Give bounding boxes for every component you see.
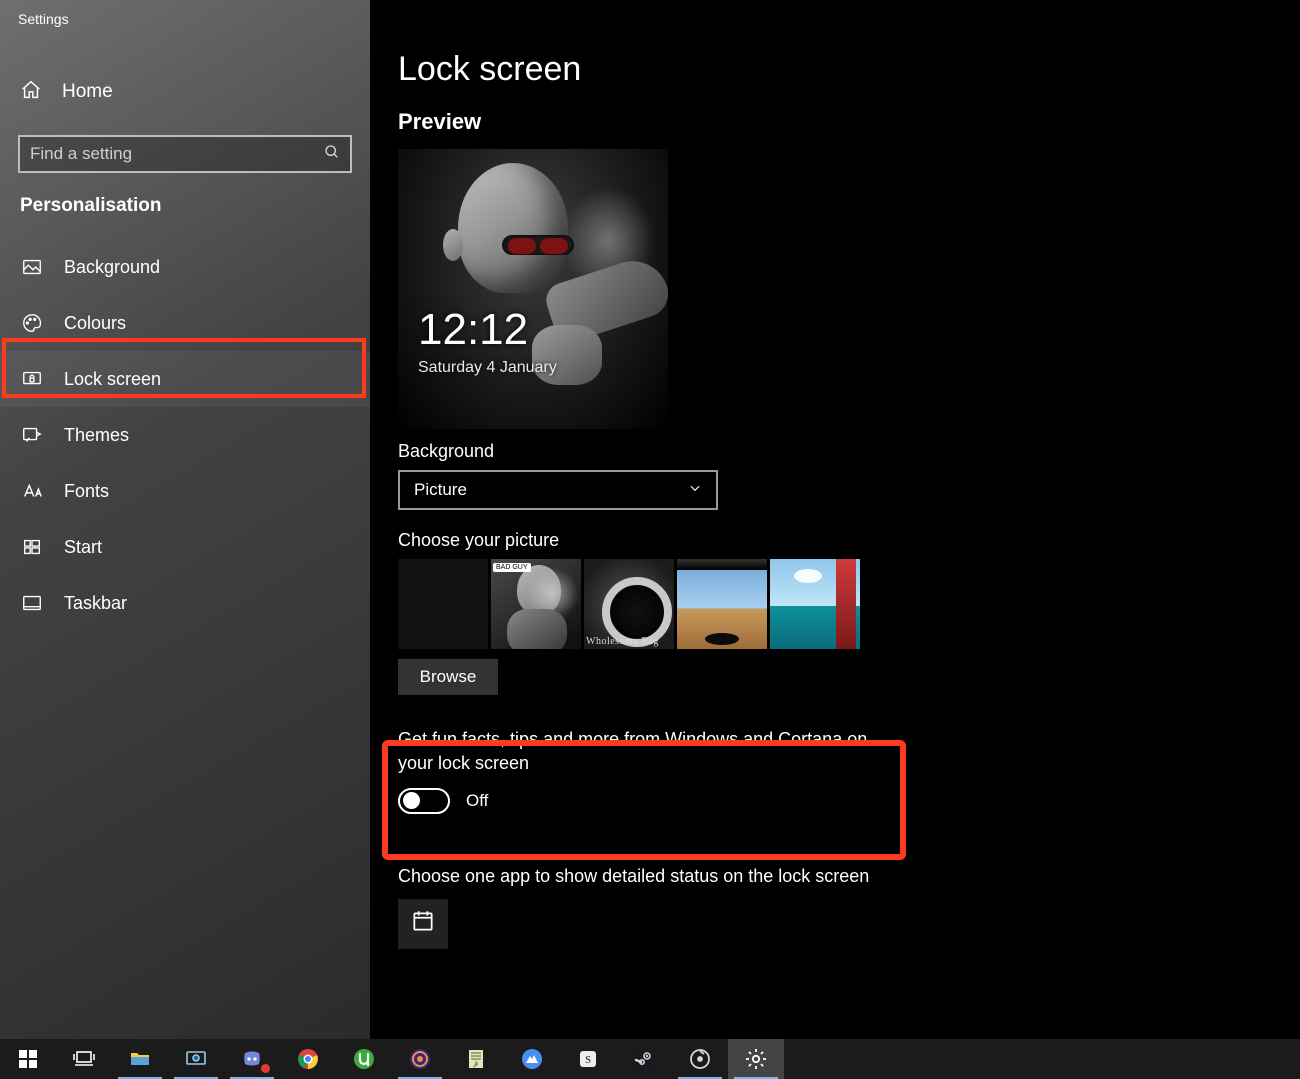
- home-icon: [20, 79, 42, 106]
- sidebar: Settings Home Personalisation Background…: [0, 0, 370, 1039]
- sidebar-item-label: Lock screen: [64, 369, 161, 390]
- sidebar-item-label: Fonts: [64, 481, 109, 502]
- fun-facts-label: Get fun facts, tips and more from Window…: [398, 727, 898, 776]
- page-title: Lock screen: [398, 50, 1300, 89]
- background-select-value: Picture: [414, 480, 467, 500]
- taskbar-voicemeeter[interactable]: [392, 1039, 448, 1079]
- chevron-down-icon: [688, 480, 702, 500]
- picture-thumbnails: BAD GUY Wholesome Rag: [398, 559, 1300, 649]
- search-box[interactable]: [18, 135, 352, 173]
- sidebar-item-label: Colours: [64, 313, 126, 334]
- taskbar-sai[interactable]: S: [560, 1039, 616, 1079]
- main-panel: Lock screen Preview 12:12 Saturday 4 Jan…: [370, 0, 1300, 1039]
- sidebar-item-label: Background: [64, 257, 160, 278]
- taskbar-notepadpp[interactable]: [448, 1039, 504, 1079]
- taskbar-discord[interactable]: [224, 1039, 280, 1079]
- thumb-caption: Wholesome Rag: [586, 636, 659, 647]
- taskbar-teamviewer[interactable]: [168, 1039, 224, 1079]
- sidebar-item-background[interactable]: Background: [0, 239, 370, 295]
- sidebar-item-label: Themes: [64, 425, 129, 446]
- taskbar-nordvpn[interactable]: [504, 1039, 560, 1079]
- detailed-status-app-tile[interactable]: [398, 899, 448, 949]
- taskbar-chrome[interactable]: [280, 1039, 336, 1079]
- background-icon: [20, 256, 44, 278]
- sidebar-item-themes[interactable]: Themes: [0, 407, 370, 463]
- sidebar-item-taskbar[interactable]: Taskbar: [0, 575, 370, 631]
- browse-button[interactable]: Browse: [398, 659, 498, 695]
- thumb-bubble: BAD GUY: [493, 563, 531, 572]
- lock-screen-icon: [20, 368, 44, 390]
- home-nav[interactable]: Home: [0, 67, 370, 117]
- taskbar-settings[interactable]: [728, 1039, 784, 1079]
- taskbar-steam[interactable]: [616, 1039, 672, 1079]
- sidebar-nav: Background Colours Lock screen Themes Fo…: [0, 239, 370, 631]
- themes-icon: [20, 424, 44, 446]
- picture-thumb-current[interactable]: [398, 559, 488, 649]
- sidebar-item-label: Taskbar: [64, 593, 127, 614]
- picture-thumb-2[interactable]: Wholesome Rag: [584, 559, 674, 649]
- search-icon: [324, 144, 340, 165]
- svg-text:S: S: [585, 1054, 591, 1066]
- picture-thumb-4[interactable]: [770, 559, 860, 649]
- taskbar-icon: [20, 592, 44, 614]
- preview-date: Saturday 4 January: [418, 359, 557, 377]
- choose-picture-label: Choose your picture: [398, 530, 1300, 551]
- taskbar-file-explorer[interactable]: [112, 1039, 168, 1079]
- sidebar-item-label: Start: [64, 537, 102, 558]
- sidebar-category: Personalisation: [0, 173, 370, 217]
- start-icon: [20, 536, 44, 558]
- search-input[interactable]: [30, 144, 324, 164]
- background-select[interactable]: Picture: [398, 470, 718, 510]
- preview-time: 12:12: [418, 305, 528, 355]
- taskbar-utorrent[interactable]: [336, 1039, 392, 1079]
- task-view-button[interactable]: [56, 1039, 112, 1079]
- home-label: Home: [62, 81, 113, 103]
- start-button[interactable]: [0, 1039, 56, 1079]
- lock-screen-preview: 12:12 Saturday 4 January: [398, 149, 668, 429]
- fun-facts-toggle[interactable]: [398, 788, 450, 814]
- fun-facts-state: Off: [466, 791, 488, 811]
- sidebar-item-start[interactable]: Start: [0, 519, 370, 575]
- sidebar-item-lock-screen[interactable]: Lock screen: [0, 351, 370, 407]
- sidebar-item-fonts[interactable]: Fonts: [0, 463, 370, 519]
- taskbar: S: [0, 1039, 1300, 1079]
- picture-thumb-3[interactable]: [677, 559, 767, 649]
- picture-thumb-1[interactable]: BAD GUY: [491, 559, 581, 649]
- window-title: Settings: [0, 0, 370, 27]
- preview-section-title: Preview: [398, 109, 1300, 135]
- search-wrap: [0, 117, 370, 173]
- fonts-icon: [20, 480, 44, 502]
- background-label: Background: [398, 441, 1300, 462]
- detailed-status-label: Choose one app to show detailed status o…: [398, 866, 1300, 887]
- taskbar-groove[interactable]: [672, 1039, 728, 1079]
- colours-icon: [20, 312, 44, 334]
- fun-facts-block: Get fun facts, tips and more from Window…: [398, 727, 898, 814]
- calendar-icon: [410, 908, 436, 939]
- sidebar-item-colours[interactable]: Colours: [0, 295, 370, 351]
